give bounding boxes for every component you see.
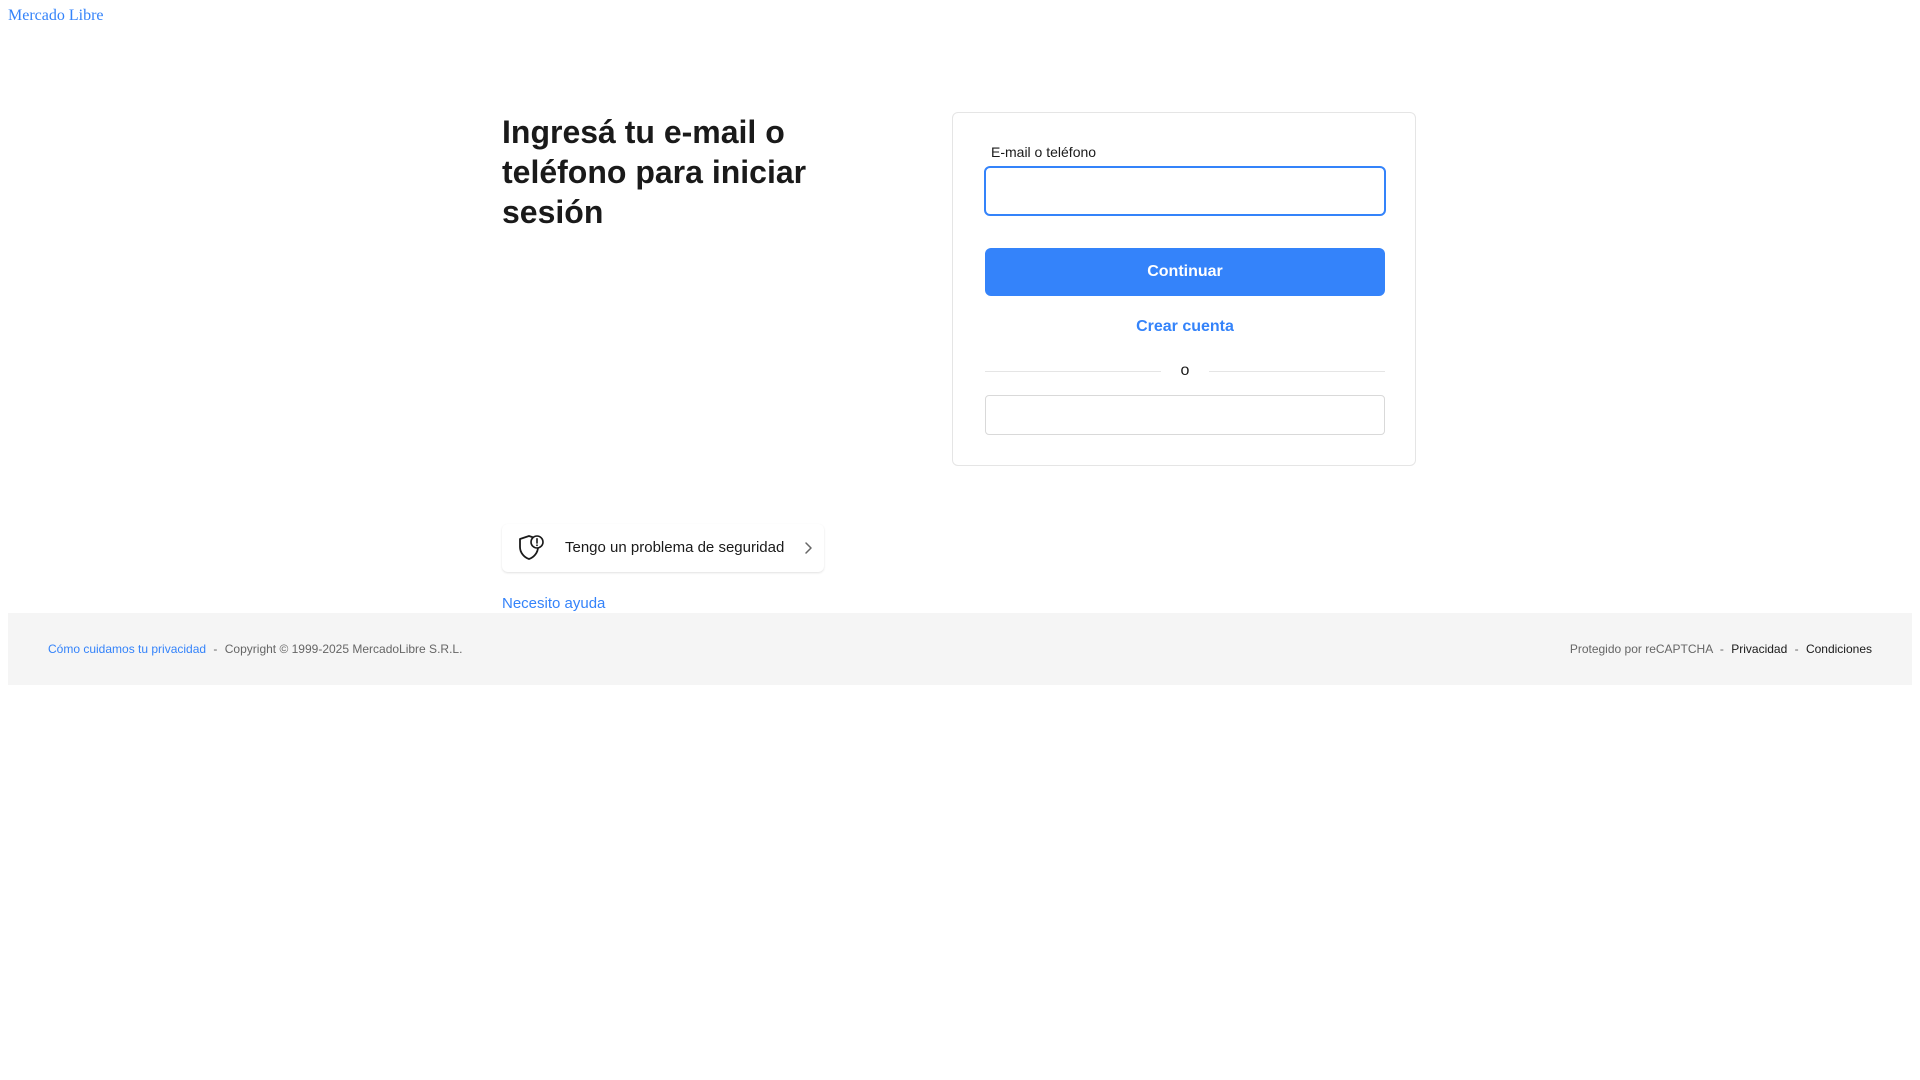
security-problem-button[interactable]: Tengo un problema de seguridad	[502, 524, 824, 572]
recaptcha-text: Protegido por reCAPTCHA	[1569, 642, 1713, 656]
or-divider: o	[985, 361, 1385, 381]
footer-right: Protegido por reCAPTCHA - Privacidad - C…	[1570, 642, 1872, 656]
footer-separator: -	[1794, 642, 1799, 656]
footer-separator: -	[213, 642, 218, 656]
login-page: Mercado Libre Ingresá tu e-mail o teléfo…	[0, 0, 1920, 1080]
email-field[interactable]	[984, 166, 1386, 216]
create-account-link[interactable]: Crear cuenta	[985, 318, 1385, 336]
chevron-right-icon	[805, 542, 812, 554]
footer-left: Cómo cuidamos tu privacidad - Copyright …	[48, 642, 462, 656]
footer-separator: -	[1719, 642, 1724, 656]
security-problem-label: Tengo un problema de seguridad	[565, 539, 785, 556]
privacy-policy-link[interactable]: Cómo cuidamos tu privacidad	[48, 642, 206, 656]
copyright-text: Copyright © 1999-2025 MercadoLibre S.R.L…	[224, 642, 463, 656]
page-title: Ingresá tu e-mail o teléfono para inicia…	[502, 114, 807, 230]
login-card: E-mail o teléfono Continuar Crear cuenta…	[952, 112, 1416, 466]
recaptcha-terms-link[interactable]: Condiciones	[1806, 642, 1872, 656]
alternative-login-button[interactable]	[985, 395, 1385, 435]
divider-line-right	[1209, 371, 1385, 372]
email-field-label: E-mail o teléfono	[991, 144, 1097, 160]
continue-button[interactable]: Continuar	[985, 248, 1385, 296]
help-link[interactable]: Necesito ayuda	[502, 595, 605, 612]
footer: Cómo cuidamos tu privacidad - Copyright …	[8, 613, 1912, 685]
brand-link[interactable]: Mercado Libre	[8, 7, 104, 25]
recaptcha-privacy-link[interactable]: Privacidad	[1731, 642, 1787, 656]
shield-alert-icon	[519, 535, 544, 560]
